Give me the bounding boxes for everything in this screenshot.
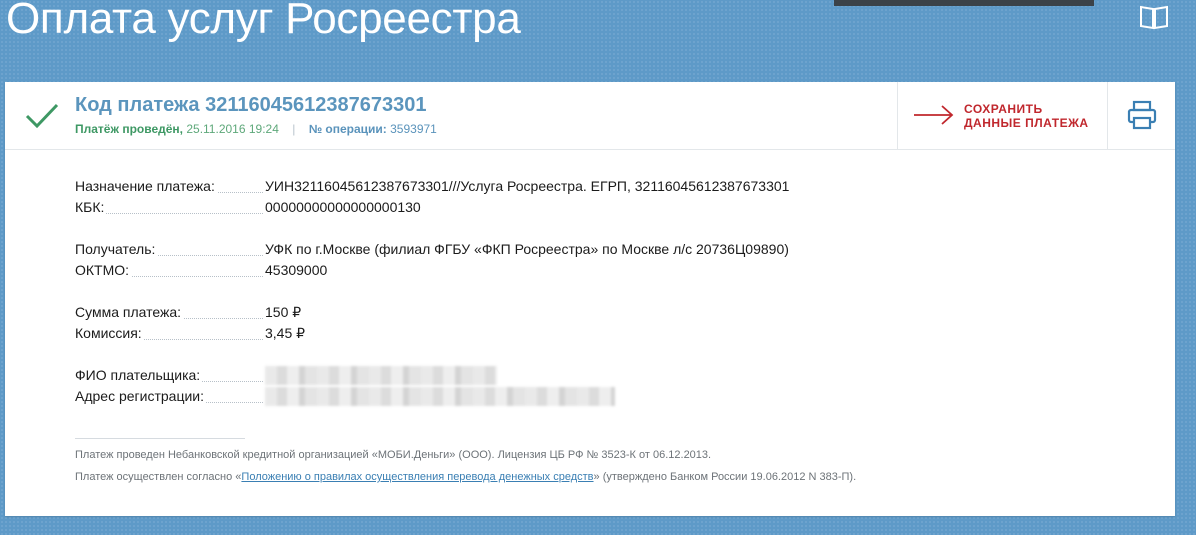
- printer-icon: [1127, 100, 1157, 130]
- fee-value: 3,45 ₽: [265, 325, 306, 341]
- payer-value-redacted: [265, 366, 497, 385]
- arrow-right-icon: [914, 105, 954, 125]
- recipient-value: УФК по г.Москве (филиал ФГБУ «ФКП Росрее…: [265, 241, 789, 257]
- amount-value: 150 ₽: [265, 304, 302, 320]
- operation-value: 3593971: [390, 122, 437, 136]
- footnote-divider: [75, 438, 245, 439]
- payer-label: ФИО плательщика:: [75, 367, 203, 383]
- book-icon[interactable]: [1139, 4, 1169, 30]
- payment-header: Код платежа 32116045612387673301 Платёж …: [5, 82, 1175, 150]
- print-button[interactable]: [1107, 82, 1175, 149]
- operation-label: № операции:: [308, 122, 387, 136]
- kbk-value: 00000000000000000130: [265, 199, 421, 215]
- address-label: Адрес регистрации:: [75, 388, 207, 404]
- detail-row-amount: Сумма платежа: 150 ₽: [75, 302, 975, 323]
- payment-details: Назначение платежа: УИН32116045612387673…: [75, 176, 975, 407]
- kbk-label: КБК:: [75, 199, 107, 215]
- regulation-link[interactable]: Положению о правилах осуществления перев…: [241, 471, 593, 483]
- detail-row-payer: ФИО плательщика:: [75, 365, 975, 386]
- regulation-note: Платеж осуществлен согласно «Положению о…: [75, 471, 856, 483]
- detail-row-address: Адрес регистрации:: [75, 386, 975, 407]
- purpose-label: Назначение платежа:: [75, 178, 217, 194]
- detail-row-kbk: КБК: 00000000000000000130: [75, 197, 975, 218]
- top-bar-strip: [834, 0, 1094, 6]
- check-icon: [25, 103, 59, 129]
- page-title: Оплата услуг Росреестра: [6, 0, 521, 43]
- save-label-line2: ДАННЫЕ ПЛАТЕЖА: [964, 116, 1089, 130]
- oktmo-value: 45309000: [265, 262, 328, 278]
- license-note: Платеж проведен Небанковской кредитной о…: [75, 449, 712, 461]
- save-button-label: СОХРАНИТЬ ДАННЫЕ ПЛАТЕЖА: [964, 102, 1089, 130]
- regulation-suffix: » (утверждено Банком России 19.06.2012 N…: [593, 471, 857, 483]
- save-payment-button[interactable]: СОХРАНИТЬ ДАННЫЕ ПЛАТЕЖА: [897, 82, 1107, 149]
- payment-card: Код платежа 32116045612387673301 Платёж …: [5, 82, 1175, 516]
- meta-separator: |: [292, 122, 296, 136]
- payment-date: 25.11.2016 19:24: [186, 122, 279, 136]
- payment-status: Платёж проведён,: [75, 122, 183, 136]
- detail-row-fee: Комиссия: 3,45 ₽: [75, 323, 975, 344]
- payment-meta: Платёж проведён, 25.11.2016 19:24 | № оп…: [75, 122, 437, 136]
- address-value-redacted: [265, 387, 615, 406]
- oktmo-label: ОКТМО:: [75, 262, 132, 278]
- detail-row-purpose: Назначение платежа: УИН32116045612387673…: [75, 176, 975, 197]
- payment-code: Код платежа 32116045612387673301: [75, 94, 427, 116]
- recipient-label: Получатель:: [75, 241, 158, 257]
- save-label-line1: СОХРАНИТЬ: [964, 102, 1043, 116]
- amount-label: Сумма платежа:: [75, 304, 184, 320]
- detail-row-recipient: Получатель: УФК по г.Москве (филиал ФГБУ…: [75, 239, 975, 260]
- fee-label: Комиссия:: [75, 325, 144, 341]
- detail-row-oktmo: ОКТМО: 45309000: [75, 260, 975, 281]
- purpose-value: УИН32116045612387673301///Услуга Росреес…: [265, 178, 790, 194]
- regulation-prefix: Платеж осуществлен согласно «: [75, 471, 242, 483]
